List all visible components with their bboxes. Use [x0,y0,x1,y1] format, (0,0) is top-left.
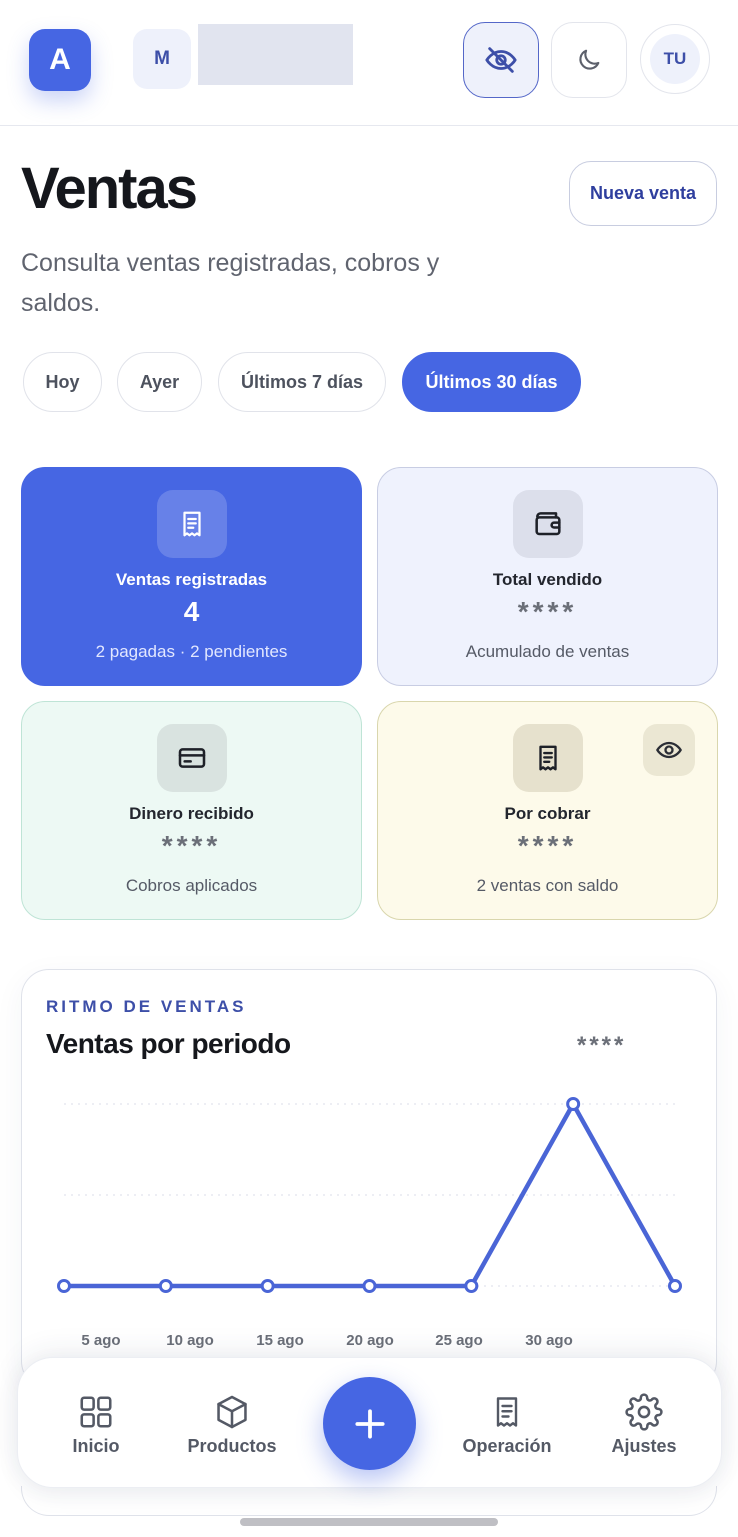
stat-note: 2 pagadas · 2 pendientes [95,642,288,661]
plus-icon [354,1408,385,1439]
filter-yesterday[interactable]: Ayer [117,352,202,412]
page-subtitle: Consulta ventas registradas, cobros y sa… [21,249,440,317]
stat-card-money-received[interactable]: Dinero recibido **** Cobros aplicados [21,701,362,920]
stat-note: Cobros aplicados [125,876,258,895]
stat-note: Acumulado de ventas [465,642,630,661]
chart-point[interactable] [260,1279,275,1293]
chart-point[interactable] [158,1279,173,1293]
sales-chart-card: RITMO DE VENTAS Ventas por periodo **** … [21,969,717,1389]
top-bar: A M TU [0,0,738,126]
receipt-icon [157,490,227,558]
bottom-navigation: Inicio Productos Operación Ajustes [17,1357,722,1488]
nav-home[interactable]: Inicio [31,1390,161,1457]
nav-products[interactable]: Productos [167,1390,297,1457]
chart-card-bottom-edge [21,1486,717,1516]
nav-settings[interactable]: Ajustes [579,1390,709,1457]
stat-card-total-sold[interactable]: Total vendido **** Acumulado de ventas [377,467,718,686]
stat-label: Ventas registradas [115,570,268,589]
hide-amounts-button[interactable] [463,22,539,98]
dark-mode-button[interactable] [551,22,627,98]
stat-value: 4 [183,596,200,627]
workspace-name-redacted [198,24,353,85]
nav-operation[interactable]: Operación [442,1390,572,1457]
stat-value: **** [161,830,222,861]
chart-point[interactable] [668,1279,682,1293]
grid-icon [80,1396,112,1428]
eye-icon [656,741,682,759]
page-title: Ventas [21,156,198,221]
chart-point[interactable] [464,1279,479,1293]
user-avatar: TU [650,34,700,84]
chart-point[interactable] [362,1279,377,1293]
home-indicator [240,1518,498,1526]
gear-icon [625,1393,663,1431]
chart-point[interactable] [566,1097,581,1111]
reveal-amount-button[interactable] [643,724,695,776]
stat-value: **** [517,830,578,861]
receipt-icon [513,724,583,792]
chart-x-tick-label: 5 ago [81,1332,120,1349]
filter-last-7-days[interactable]: Últimos 7 días [218,352,386,412]
chart-x-tick-label: 25 ago [435,1332,483,1349]
eye-off-icon [485,47,517,73]
chart-point[interactable] [57,1279,71,1293]
stat-card-registered-sales[interactable]: Ventas registradas 4 2 pagadas · 2 pendi… [21,467,362,686]
stat-value: **** [517,596,578,627]
wallet-icon [513,490,583,558]
stat-card-receivable[interactable]: Por cobrar **** 2 ventas con saldo [377,701,718,920]
filter-today[interactable]: Hoy [23,352,102,412]
credit-card-icon [157,724,227,792]
stat-note: 2 ventas con saldo [476,876,619,895]
add-button[interactable] [323,1377,416,1470]
sales-line-chart: 5 ago 10 ago 15 ago 20 ago 25 ago 30 ago [57,1097,682,1349]
user-avatar-button[interactable]: TU [640,24,710,94]
filter-last-30-days[interactable]: Últimos 30 días [402,352,581,412]
nav-home-label: Inicio [72,1436,120,1456]
new-sale-button[interactable]: Nueva venta [569,161,717,226]
chart-x-tick-label: 15 ago [256,1332,304,1349]
chart-x-tick-label: 10 ago [166,1332,214,1349]
nav-settings-label: Ajustes [611,1436,677,1456]
workspace-avatar[interactable]: M [133,29,191,89]
receipt-icon [496,1397,518,1427]
stat-label: Por cobrar [504,804,591,823]
app-logo[interactable]: A [29,29,91,91]
box-icon [217,1395,247,1429]
chart-x-tick-label: 20 ago [346,1332,394,1349]
stat-label: Dinero recibido [129,804,254,823]
chart-x-tick-label: 30 ago [525,1332,573,1349]
stat-label: Total vendido [492,570,603,589]
nav-operation-label: Operación [462,1436,552,1456]
moon-icon [579,49,600,70]
nav-products-label: Productos [187,1436,277,1456]
